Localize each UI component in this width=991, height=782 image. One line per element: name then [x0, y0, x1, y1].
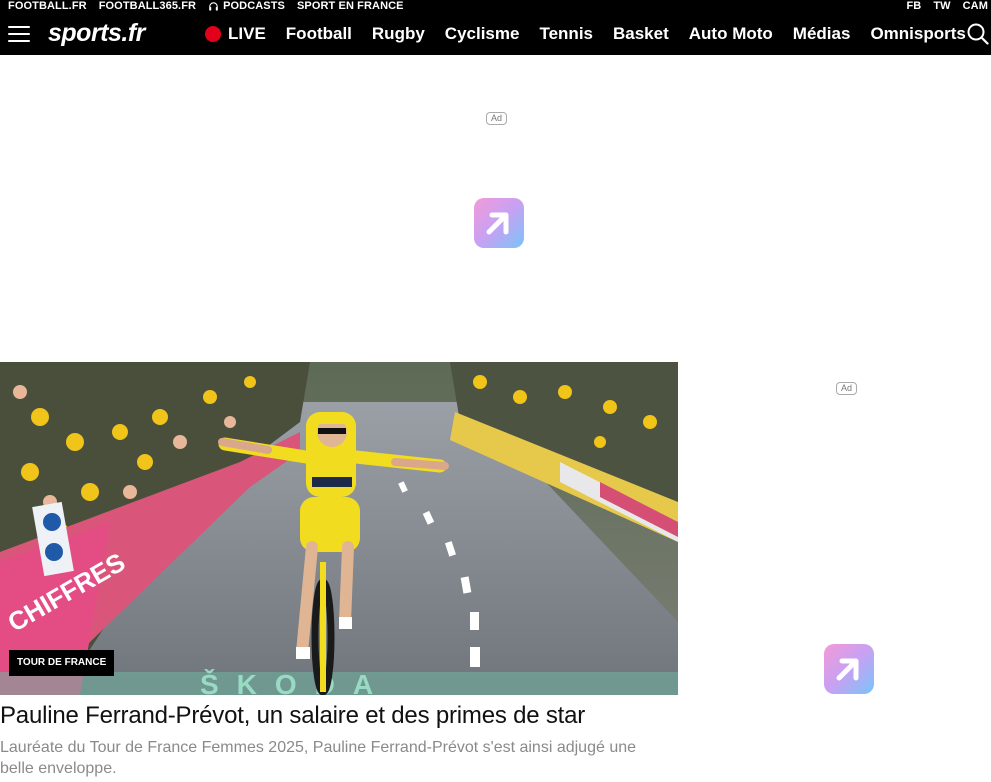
ad-badge-top: Ad: [486, 112, 508, 125]
link-cam[interactable]: CAM: [963, 0, 988, 13]
live-label: LIVE: [228, 24, 266, 43]
network-links: FOOTBALL.FR FOOTBALL365.FR PODCASTS SPOR…: [8, 0, 404, 13]
link-football365[interactable]: FOOTBALL365.FR: [99, 0, 196, 13]
menu-icon[interactable]: [8, 26, 30, 43]
nav-item-rugby[interactable]: Rugby: [372, 24, 425, 44]
article-image[interactable]: CHIFFRES ŠKODA: [0, 362, 678, 695]
article-description: Lauréate du Tour de France Femmes 2025, …: [0, 739, 637, 777]
nav-item-omnisports[interactable]: Omnisports: [870, 24, 965, 44]
ad-badge-side: Ad: [836, 382, 858, 395]
ad-brand-icon[interactable]: [474, 198, 524, 248]
image-banner-text: ŠKODA: [200, 668, 391, 695]
nav-menu: LIVE Football Rugby Cyclisme Tennis Bask…: [205, 13, 986, 55]
nav-item-medias[interactable]: Médias: [793, 24, 851, 44]
link-football-fr[interactable]: FOOTBALL.FR: [8, 0, 87, 13]
ad-brand-icon-side[interactable]: [824, 644, 874, 694]
link-twitter[interactable]: TW: [933, 0, 950, 13]
search-icon[interactable]: [967, 23, 989, 45]
link-facebook[interactable]: FB: [906, 0, 921, 13]
nav-item-auto-moto[interactable]: Auto Moto: [689, 24, 773, 44]
podcasts-label: PODCASTS: [223, 0, 285, 12]
nav-item-live[interactable]: LIVE: [205, 24, 266, 44]
link-sport-en-france[interactable]: SPORT EN FRANCE: [297, 0, 404, 13]
social-links: FB TW CAM: [906, 0, 988, 13]
top-strip: FOOTBALL.FR FOOTBALL365.FR PODCASTS SPOR…: [0, 0, 991, 13]
category-tag[interactable]: TOUR DE FRANCE: [9, 650, 115, 676]
article-title[interactable]: Pauline Ferrand-Prévot, un salaire et de…: [0, 701, 690, 731]
link-podcasts[interactable]: PODCASTS: [208, 0, 285, 13]
nav-item-tennis[interactable]: Tennis: [539, 24, 593, 44]
live-dot-icon: [205, 26, 221, 42]
main-nav: sports.fr LIVE Football Rugby Cyclisme T…: [0, 13, 991, 55]
nav-item-football[interactable]: Football: [286, 24, 352, 44]
site-logo[interactable]: sports.fr: [48, 19, 145, 48]
nav-item-cyclisme[interactable]: Cyclisme: [445, 24, 520, 44]
headphones-icon: [209, 2, 218, 11]
nav-item-basket[interactable]: Basket: [613, 24, 669, 44]
